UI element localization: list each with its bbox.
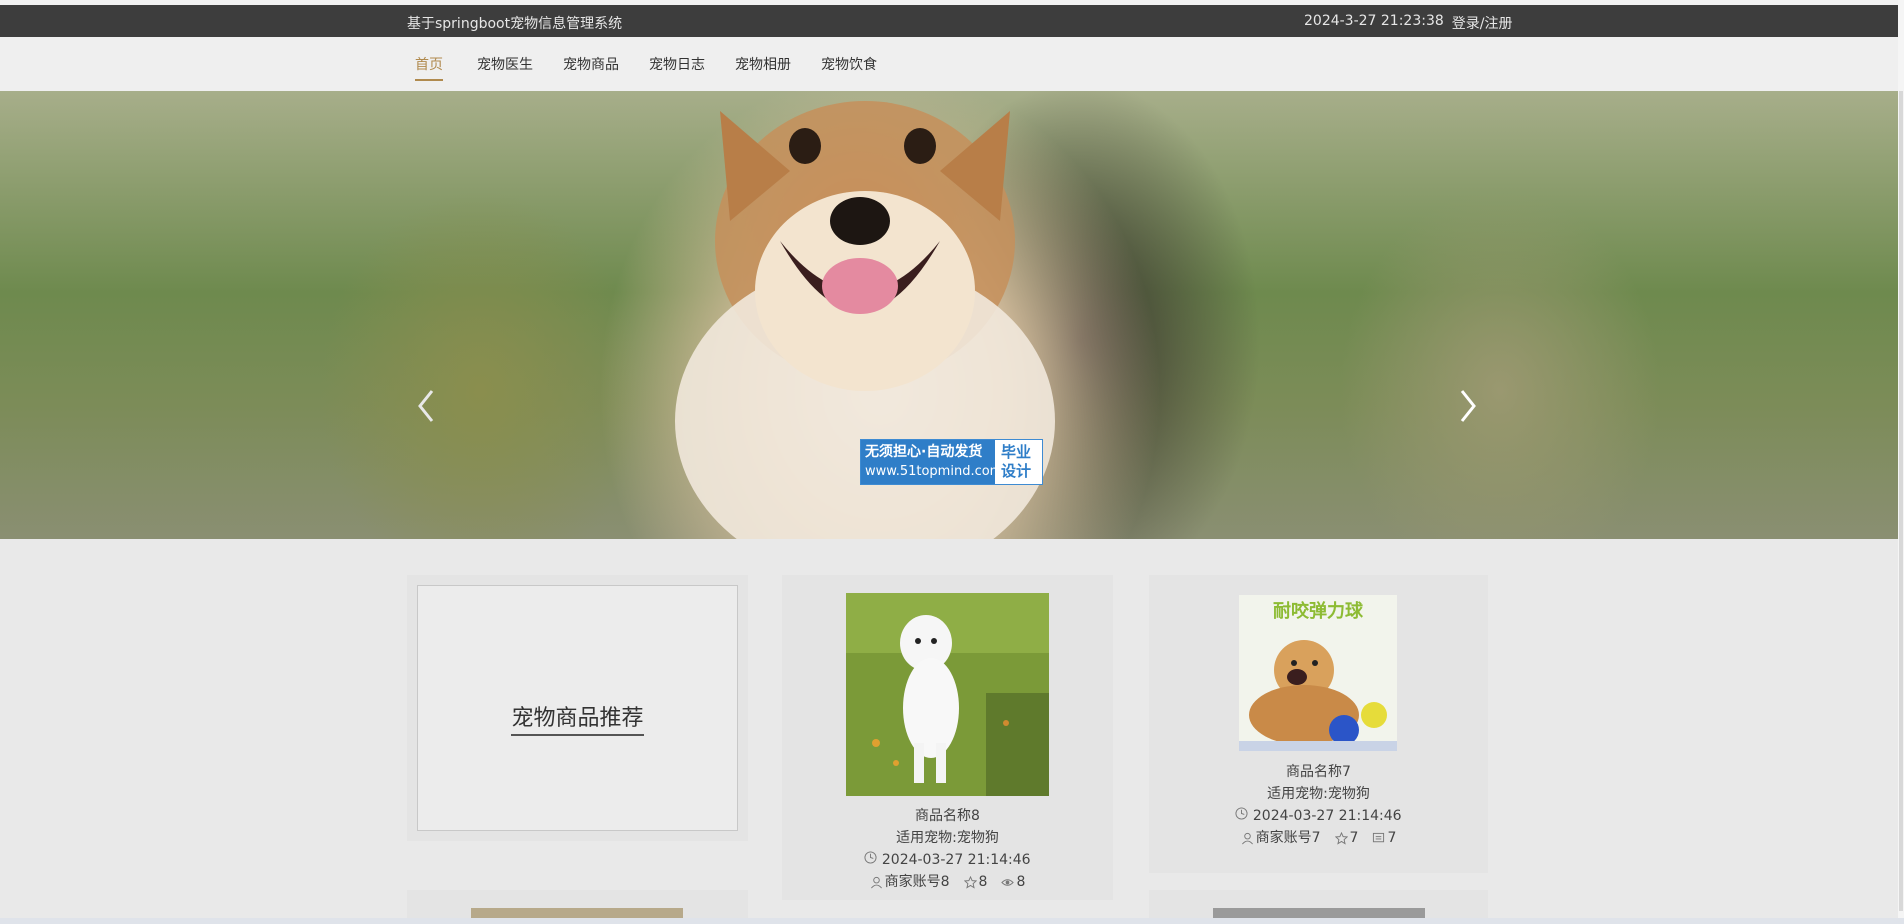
product-pet: 适用宠物:宠物狗 [1267, 786, 1370, 802]
watermark-right-line1: 毕业 [1001, 443, 1032, 461]
product-image: 耐咬弹力球 [1239, 595, 1397, 751]
product-time: 2024-03-27 21:14:46 [881, 852, 1031, 868]
top-bar-right: 2024-3-27 21:23:38 登录/注册 [1304, 13, 1513, 33]
product-name: 商品名称7 [1286, 764, 1351, 780]
site-title: 基于springboot宠物信息管理系统 [407, 16, 623, 32]
main-nav: 首页 宠物医生 宠物商品 宠物日志 宠物相册 宠物饮食 [0, 37, 1904, 91]
current-datetime: 2024-3-27 21:23:38 [1304, 13, 1444, 29]
product-views: 8 [1016, 874, 1026, 890]
product-time: 2024-03-27 21:14:46 [1252, 808, 1402, 824]
watermark-line2: www.51topmind.com [865, 464, 1003, 479]
nav-item-pet-album[interactable]: 宠物相册 [735, 54, 791, 74]
product-pet: 适用宠物:宠物狗 [896, 830, 999, 846]
user-icon [870, 876, 882, 888]
scrollbar-thumb[interactable] [1899, 91, 1903, 911]
nav-item-pet-diary[interactable]: 宠物日志 [649, 54, 705, 74]
product-likes: 7 [1349, 830, 1359, 846]
product-card[interactable]: 商品名称8 适用宠物:宠物狗 2024-03-27 21:14:46 商家账号8… [782, 575, 1113, 900]
nav-item-pet-products[interactable]: 宠物商品 [563, 54, 619, 74]
star-icon [963, 875, 977, 889]
watermark-right-line2: 设计 [1001, 462, 1032, 480]
watermark-badge: 无须担心·自动发货 www.51topmind.com 毕业 设计 [860, 439, 1043, 485]
star-icon [1334, 831, 1348, 845]
product-image-text: 耐咬弹力球 [1273, 600, 1364, 622]
watermark-line1: 无须担心·自动发货 [865, 444, 983, 460]
top-bar: 基于springboot宠物信息管理系统 2024-3-27 21:23:38 … [0, 5, 1904, 37]
product-likes: 8 [978, 874, 988, 890]
product-card[interactable]: 耐咬弹力球 商品名称7 适用宠物:宠物狗 2024-03-27 21:14:46… [1149, 575, 1488, 873]
clock-icon [864, 851, 877, 864]
nav-item-pet-doctor[interactable]: 宠物医生 [477, 54, 533, 74]
promo-title: 宠物商品推荐 [511, 706, 644, 736]
clock-icon [1235, 807, 1248, 820]
product-merchant: 商家账号7 [1255, 830, 1321, 846]
carousel-prev-button[interactable] [412, 381, 442, 431]
product-comments: 7 [1387, 830, 1397, 846]
product-image [846, 593, 1049, 796]
chevron-left-icon [418, 390, 434, 422]
user-icon [1241, 832, 1253, 844]
chevron-right-icon [1460, 390, 1476, 422]
login-register-link[interactable]: 登录/注册 [1452, 13, 1513, 33]
product-merchant: 商家账号8 [884, 874, 950, 890]
nav-item-pet-diet[interactable]: 宠物饮食 [821, 54, 877, 74]
eye-icon [1001, 878, 1015, 886]
nav-item-home[interactable]: 首页 [415, 54, 443, 81]
promo-section: 宠物商品推荐 [407, 575, 748, 841]
product-name: 商品名称8 [915, 808, 980, 824]
window-bottom-edge [0, 918, 1904, 924]
carousel-next-button[interactable] [1452, 381, 1482, 431]
comment-icon [1373, 832, 1385, 842]
